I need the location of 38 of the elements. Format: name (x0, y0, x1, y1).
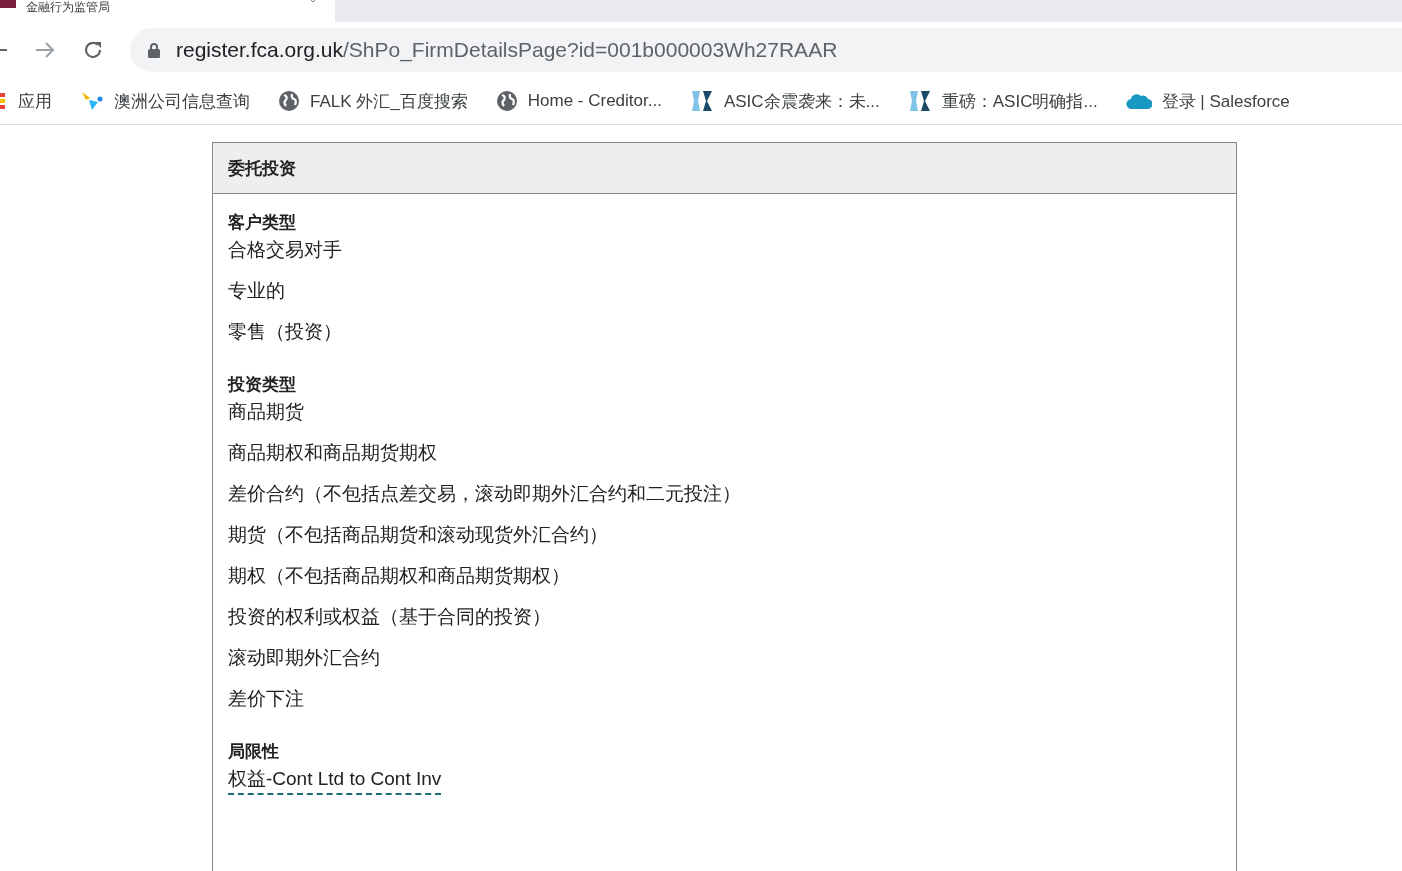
bookmark[interactable]: 登录 | Salesforce (1125, 89, 1290, 113)
bookmark[interactable]: FALK 外汇_百度搜索 (278, 89, 468, 113)
browser-tab[interactable]: 金融行为监管局 (0, 0, 335, 22)
fx-logo-icon (689, 89, 714, 113)
cloud-icon (1125, 92, 1152, 110)
reload-icon[interactable] (82, 39, 104, 61)
panel-title: 委托投资 (228, 156, 296, 180)
globe-icon (495, 90, 518, 112)
list-item: 商品期权和商品期货期权 (228, 441, 438, 465)
section-heading: 客户类型 (228, 211, 297, 234)
globe-icon (278, 90, 300, 112)
bookmark[interactable]: 应用 (0, 89, 52, 113)
address-bar[interactable]: register.fca.org.uk/ShPo_FirmDetailsPage?id=001b000003Wh27RAAR (130, 28, 1402, 72)
forward-icon[interactable] (34, 40, 56, 60)
list-item: 合格交易对手 (228, 238, 343, 262)
bookmark[interactable]: Home - Creditor... (495, 90, 662, 112)
list-item: 差价下注 (228, 687, 305, 711)
bookmark[interactable]: ASIC余震袭来：未... (689, 89, 880, 113)
list-item: 零售（投资） (228, 320, 343, 344)
section-heading: 局限性 (228, 740, 280, 763)
list-item: 期权（不包括商品期权和商品期货期权） (228, 564, 571, 588)
list-item: 投资的权利或权益（基于合同的投资） (228, 605, 552, 629)
list-item: 商品期货 (228, 400, 305, 424)
tab-title: 金融行为监管局 (26, 0, 111, 14)
fx-logo-icon (907, 89, 932, 113)
spark-icon (80, 90, 104, 112)
list-item: 期货（不包括商品期货和滚动现货外汇合约） (228, 523, 609, 547)
bookmark[interactable]: 重磅：ASIC明确指... (907, 89, 1098, 113)
list-item: 差价合约（不包括点差交易，滚动即期外汇合约和二元投注） (228, 482, 742, 506)
url-text: register.fca.org.uk/ShPo_FirmDetailsPage?id=001b000003Wh27RAAR (176, 38, 838, 62)
list-item: 专业的 (228, 279, 286, 303)
lock-icon (148, 42, 160, 58)
bookmark[interactable]: 澳洲公司信息查询 (80, 89, 250, 113)
apps-icon (0, 91, 8, 111)
restriction-link[interactable]: 权益-Cont Ltd to Cont Inv (228, 765, 442, 795)
site-icon (0, 0, 16, 8)
section-heading: 投资类型 (228, 373, 297, 396)
list-item: 滚动即期外汇合约 (228, 646, 381, 670)
